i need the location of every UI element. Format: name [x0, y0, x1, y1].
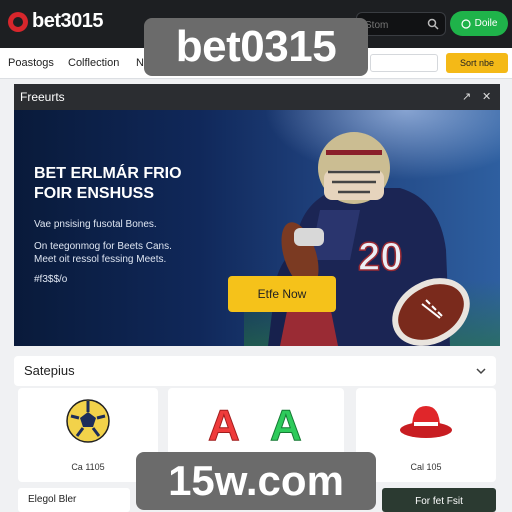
- sports-section-title: Satepius: [24, 363, 75, 378]
- hero-text-line-3: Meet oit ressol fessing Meets.: [34, 254, 167, 265]
- soccer-ball-icon: [66, 399, 110, 443]
- nav-cta-button[interactable]: Sort nbe: [446, 53, 508, 73]
- search-box[interactable]: [356, 12, 446, 36]
- svg-text:A: A: [208, 401, 240, 446]
- hero-text-line-4: #f3$$/o: [34, 274, 68, 285]
- logo-icon: [8, 11, 28, 32]
- hero-headline-line-2: FOIR ENSHUSS: [34, 185, 155, 202]
- bucket-hat-icon: [400, 406, 452, 438]
- sport-card-3-label: Cal 105: [410, 462, 442, 472]
- nav-item-n[interactable]: N: [136, 57, 144, 69]
- chevron-down-icon[interactable]: [476, 366, 486, 376]
- featured-header: Freeurts ↗ ✕: [14, 84, 500, 110]
- hero-banner[interactable]: 20 BET ERLMÁR FRIO FOIR ENSHUSS Vae pnsi…: [14, 110, 500, 346]
- hero-headline-line-1: BET ERLMÁR FRIO: [34, 165, 182, 182]
- svg-text:20: 20: [358, 235, 403, 279]
- search-icon[interactable]: [427, 18, 439, 30]
- collapse-icon[interactable]: ↗: [462, 90, 471, 103]
- sports-section-header[interactable]: Satepius: [14, 356, 496, 386]
- close-icon[interactable]: ✕: [482, 90, 491, 103]
- nav-item-colflection[interactable]: Colflection: [68, 57, 119, 69]
- hero-text-line-2: On teegonmog for Beets Cans.: [34, 241, 172, 252]
- logo-text: bet3015: [32, 10, 104, 32]
- bottom-right-card[interactable]: For fet Fsit: [382, 488, 496, 512]
- nav-item-poastogs[interactable]: Poastogs: [8, 57, 54, 69]
- letter-a-icon: A A: [208, 401, 303, 447]
- sport-card-3[interactable]: Cal 105: [356, 388, 496, 482]
- watermark-bottom: 15w.com: [136, 452, 376, 510]
- logo[interactable]: bet3015: [8, 10, 104, 33]
- football-ball-image: [392, 278, 470, 346]
- hero-cta-button[interactable]: Etfe Now: [228, 276, 336, 312]
- bottom-right-label: For fet Fsit: [415, 496, 463, 507]
- hero-headline: BET ERLMÁR FRIO FOIR ENSHUSS: [34, 164, 234, 204]
- login-label: Doile: [474, 18, 498, 29]
- watermark-top: bet0315: [144, 18, 368, 76]
- hero-text-line-1: Vae pnsising fusotal Bones.: [34, 219, 157, 230]
- featured-panel: Freeurts ↗ ✕ 20 BET ERLMÁR FRIO FOIR ENS…: [14, 84, 500, 346]
- login-button[interactable]: Doile: [450, 11, 508, 36]
- nav-search-field[interactable]: [370, 54, 438, 72]
- bottom-left-card[interactable]: Elegol Bler: [18, 488, 130, 512]
- svg-text:A: A: [270, 401, 302, 446]
- featured-title: Freeurts: [20, 90, 65, 104]
- user-icon: [460, 18, 471, 29]
- search-input[interactable]: [363, 16, 427, 34]
- bottom-left-label: Elegol Bler: [28, 494, 77, 505]
